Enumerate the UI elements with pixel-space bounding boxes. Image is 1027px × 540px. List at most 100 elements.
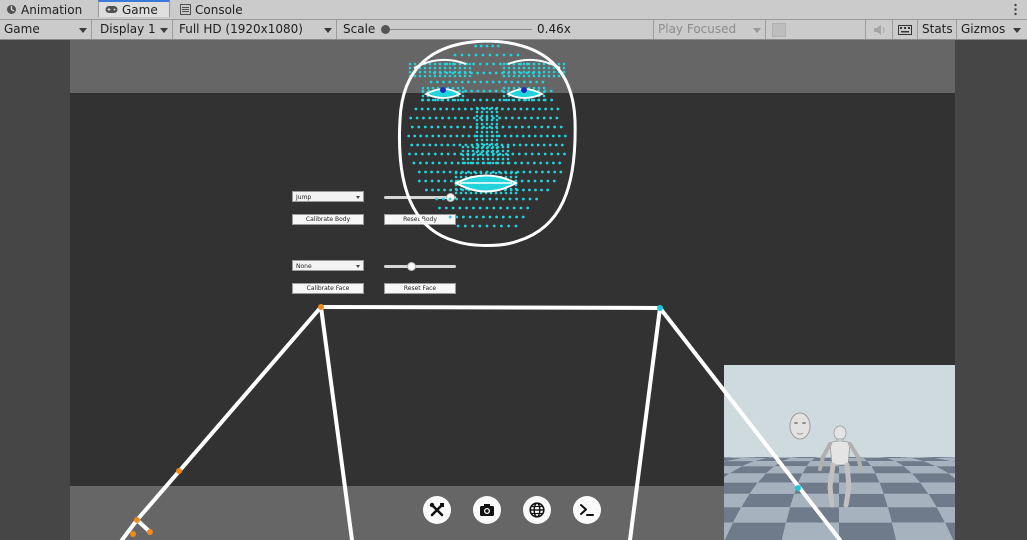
face-landmark-dot <box>527 74 531 78</box>
face-landmark-dot <box>522 98 526 102</box>
face-landmark-dot <box>416 143 420 147</box>
face-landmark-dot <box>468 62 472 66</box>
face-landmark-dot <box>476 149 480 153</box>
display-dropdown[interactable]: Display 1 <box>92 20 173 39</box>
face-landmark-dot <box>480 142 484 146</box>
face-landmark-dot <box>471 149 475 153</box>
face-landmark-dot <box>541 170 544 174</box>
view-mode-dropdown[interactable]: Game <box>0 20 92 39</box>
face-landmark-dot <box>505 98 508 102</box>
face-landmark-dot <box>506 161 510 165</box>
face-landmark-dot <box>485 106 489 110</box>
face-landmark-dot <box>443 74 447 78</box>
face-landmark-dot <box>436 98 440 102</box>
face-landmark-dot <box>511 152 515 156</box>
play-mode-dropdown[interactable]: Play Focused <box>654 20 766 39</box>
face-landmark-dot <box>423 125 427 129</box>
face-landmark-dot <box>526 161 530 165</box>
stats-button[interactable]: Stats <box>918 20 957 39</box>
face-landmark-dot <box>456 98 460 102</box>
face-landmark-dot <box>550 98 553 102</box>
face-landmark-dot <box>441 116 444 120</box>
shortcuts-button[interactable] <box>893 20 918 39</box>
face-landmark-dot <box>466 145 470 149</box>
face-landmark-dot <box>464 171 468 175</box>
resolution-dropdown[interactable]: Full HD (1920x1080) <box>173 20 337 39</box>
left-finger-joint <box>147 529 153 535</box>
scale-slider-handle[interactable] <box>381 25 390 34</box>
face-landmark-dot <box>412 161 416 165</box>
face-landmark-dot <box>451 206 455 210</box>
face-landmark-dot <box>473 80 476 84</box>
face-landmark-dot <box>502 90 506 94</box>
face-landmark-dot <box>453 62 457 66</box>
face-landmark-dot <box>457 107 461 111</box>
face-landmark-dot <box>462 215 465 219</box>
face-landmark-dot <box>534 188 537 192</box>
face-landmark-dot <box>537 152 541 156</box>
face-landmark-dot <box>469 191 473 195</box>
gizmos-dropdown[interactable]: Gizmos <box>957 20 1027 39</box>
frame-debugger-icon[interactable] <box>772 23 786 37</box>
tab-animation[interactable]: Animation <box>6 0 98 19</box>
face-landmark-dot <box>445 107 449 111</box>
scale-slider-track[interactable] <box>382 29 532 30</box>
face-landmark-dot <box>552 161 555 165</box>
face-landmark-dot <box>507 74 511 78</box>
chevron-down-icon <box>753 28 761 33</box>
face-landmark-dot <box>449 188 452 192</box>
face-landmark-dot <box>431 134 435 138</box>
face-landmark-dot <box>492 224 496 228</box>
face-landmark-dot <box>426 86 430 90</box>
face-landmark-dot <box>506 153 510 157</box>
face-landmark-dot <box>418 161 422 165</box>
tab-game[interactable]: Game <box>98 0 170 17</box>
face-landmark-dot <box>481 161 485 165</box>
face-landmark-dot <box>549 116 552 120</box>
face-landmark-dot <box>446 143 450 147</box>
face-landmark-dot <box>462 125 466 129</box>
face-landmark-dot <box>475 138 479 142</box>
face-landmark-dot <box>451 107 455 111</box>
face-landmark-dot <box>427 152 431 156</box>
tab-console[interactable]: Console <box>180 0 260 19</box>
face-landmark-dot <box>472 206 475 210</box>
face-landmark-dot <box>533 179 537 183</box>
face-landmark-dot <box>462 197 465 201</box>
face-landmark-dot <box>413 74 417 78</box>
face-landmark-dot <box>504 171 508 175</box>
face-landmark-dot <box>443 125 447 129</box>
face-landmark-dot <box>459 175 463 179</box>
face-landmark-dot <box>467 134 471 138</box>
more-options-icon[interactable] <box>1014 3 1017 16</box>
body-skeleton <box>120 305 842 540</box>
face-landmark-dot <box>499 206 502 210</box>
face-landmark-dot <box>514 224 518 228</box>
face-landmark-dot <box>471 153 475 157</box>
face-landmark-dot <box>558 161 562 165</box>
face-landmark-dot <box>536 116 540 120</box>
face-landmark-dot <box>471 145 475 149</box>
face-landmark-dot <box>436 125 440 129</box>
face-landmark-dot <box>518 143 522 147</box>
face-landmark-dot <box>495 142 499 146</box>
mute-audio-button[interactable] <box>866 20 893 39</box>
face-landmark-dot <box>426 107 430 111</box>
face-landmark-dot <box>469 125 472 129</box>
face-landmark-dot <box>431 98 435 102</box>
stats-label: Stats <box>922 22 953 36</box>
face-landmark-dot <box>495 126 499 130</box>
face-landmark-dot <box>514 161 517 165</box>
face-landmark-dot <box>491 80 495 84</box>
face-landmark-dot <box>461 149 465 153</box>
face-landmark-dot <box>436 170 440 174</box>
face-landmark-dot <box>542 98 546 102</box>
face-landmark-dot <box>508 125 511 129</box>
face-landmark-dot <box>448 215 452 219</box>
face-landmark-dot <box>418 70 422 74</box>
face-landmark-dot <box>546 125 550 129</box>
face-landmark-dot <box>433 66 437 70</box>
face-landmark-dot <box>545 161 549 165</box>
face-landmark-dot <box>468 215 472 219</box>
face-landmark-dot <box>495 118 499 122</box>
